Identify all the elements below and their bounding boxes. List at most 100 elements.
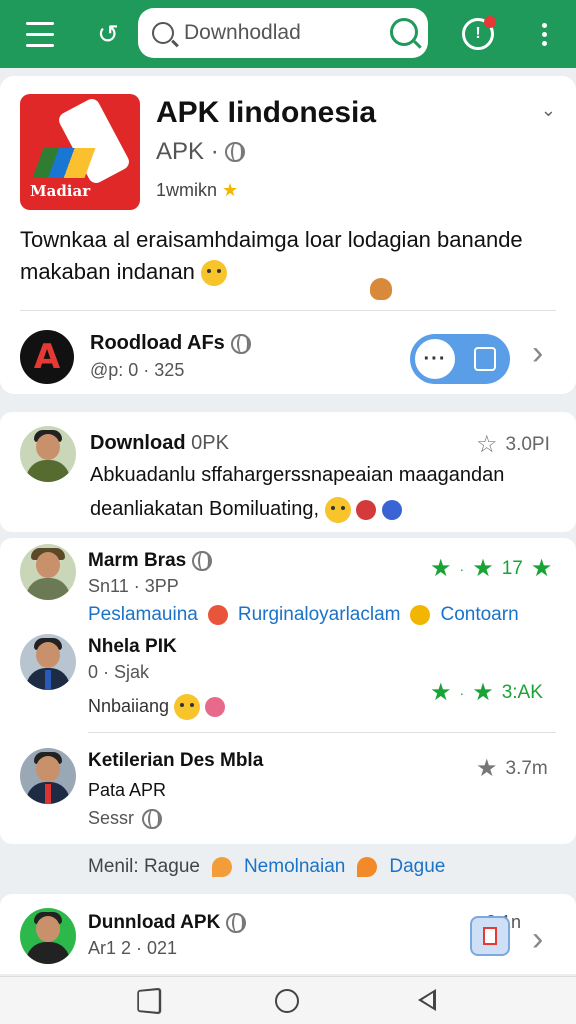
- star-icon: ★: [472, 679, 494, 706]
- star-icon: ★: [222, 180, 239, 200]
- globe-icon: [192, 551, 213, 571]
- globe-icon: [226, 913, 247, 933]
- post-title-suffix: 0PK: [191, 432, 229, 454]
- app-description: Townkaa al eraisamhdaimga loar lodagian …: [20, 224, 550, 288]
- top-app-bar: ↺ !: [0, 0, 576, 68]
- nav-recent-icon[interactable]: [418, 989, 436, 1011]
- star-icon: ★: [430, 555, 452, 582]
- emoji-icon: [174, 694, 201, 720]
- divider: [88, 732, 556, 733]
- divider: [20, 310, 556, 311]
- app-subtitle: APK ·: [156, 138, 245, 166]
- emoji-icon: [207, 605, 228, 625]
- emoji-icon: [381, 499, 402, 520]
- post-count: 3.0PI: [505, 433, 550, 455]
- notification-badge: [484, 16, 496, 28]
- list-item-rating: ★ · ★ 3:AK: [430, 678, 543, 707]
- app-rating-text: 1wmikn: [156, 180, 218, 200]
- back-icon[interactable]: ↺: [86, 12, 130, 56]
- apk-logo: A: [20, 330, 74, 384]
- list-item-name: Nhela PIK: [88, 636, 177, 657]
- list-item-rating-text: 3:AK: [501, 681, 543, 703]
- chevron-down-icon[interactable]: ⌄: [541, 100, 556, 121]
- tag-link[interactable]: Nemolnaian: [244, 856, 345, 878]
- app-title: APK Iindonesia: [156, 96, 377, 129]
- bottom-download-card[interactable]: Dunnload APK Ar1 2 · 021 3.1n ›: [0, 894, 576, 974]
- star-icon: ★: [530, 555, 553, 582]
- list-item-rating: ★ · ★ 17 ★: [430, 554, 552, 583]
- avatar[interactable]: [20, 748, 76, 804]
- app-icon[interactable]: Madiar: [20, 94, 140, 210]
- bottom-title-text: Dunnload APK: [88, 912, 221, 933]
- post-meta: ☆ 3.0PI: [476, 430, 550, 459]
- globe-icon: [224, 142, 245, 162]
- list-item-name: Marm Bras: [88, 550, 213, 572]
- tag-link[interactable]: Dague: [389, 856, 445, 878]
- globe-icon: [230, 333, 251, 354]
- star-icon: ★: [430, 679, 452, 706]
- list-item-name: Ketilerian Des Mbla: [88, 750, 264, 771]
- bottom-sub: Ar1 2 · 021: [88, 938, 178, 958]
- download-row-title: Roodload AFs: [90, 332, 251, 355]
- download-row-title-text: Roodload AFs: [90, 332, 225, 354]
- list-item-sub: 0 · Sjak: [88, 662, 150, 682]
- search-submit-icon[interactable]: [390, 18, 418, 46]
- avatar[interactable]: [20, 426, 76, 482]
- link[interactable]: Contoarn: [440, 604, 518, 626]
- star-icon[interactable]: ★: [476, 754, 498, 783]
- list-item-text-body: Nnbaiiang: [88, 695, 170, 716]
- list-item-links: Peslamauina Rurginaloyarlaclam Contoarn: [88, 604, 519, 626]
- search-input[interactable]: [184, 21, 374, 45]
- smile-emoji-icon: [201, 260, 228, 287]
- tags-row: Menil: Rague Nemolnaian Dague: [88, 856, 445, 878]
- more-dots-icon: ···: [413, 337, 457, 381]
- list-item-name-line2: Pata APR: [88, 780, 167, 800]
- emoji-icon: [324, 496, 351, 523]
- post-text: Abkuadanlu sffahargerssnapeaian maaganda…: [90, 458, 530, 526]
- bottom-title: Dunnload APK: [88, 912, 247, 934]
- avatar[interactable]: [20, 634, 76, 690]
- list-item-text: Nnbaiiang: [88, 694, 226, 720]
- app-subtitle-text: APK ·: [156, 138, 219, 165]
- link[interactable]: Rurginaloyarlaclam: [238, 604, 401, 626]
- post-title: Download 0PK: [90, 432, 229, 455]
- chevron-right-icon[interactable]: ›: [532, 920, 543, 959]
- app-small-icon[interactable]: [470, 916, 510, 956]
- menu-icon[interactable]: [18, 12, 62, 56]
- search-bar[interactable]: [138, 8, 428, 58]
- chevron-right-icon[interactable]: ›: [532, 334, 543, 373]
- list-item-sub-text: Sessr: [88, 808, 135, 828]
- star-outline-icon[interactable]: ☆: [476, 430, 498, 459]
- tags-label: Menil: Rague: [88, 856, 200, 877]
- app-icon-label: Madiar: [30, 182, 91, 200]
- avatar[interactable]: [20, 908, 76, 964]
- tag-icon: [357, 857, 378, 877]
- post-title-text: Download: [90, 432, 186, 454]
- star-icon: ★: [472, 555, 494, 582]
- notification-icon[interactable]: !: [456, 12, 500, 56]
- list-item-rating-text: 17: [501, 557, 523, 579]
- post-card[interactable]: Download 0PK ☆ 3.0PI Abkuadanlu sffaharg…: [0, 412, 576, 532]
- star-icon: ·: [459, 684, 465, 701]
- download-toggle[interactable]: ···: [410, 334, 510, 384]
- list-item-rating-text: 3.7m: [505, 757, 548, 779]
- nav-home-icon[interactable]: [275, 989, 299, 1013]
- list-item-sub: Sessr: [88, 808, 163, 829]
- post-text-body: Abkuadanlu sffahargerssnapeaian maaganda…: [90, 464, 505, 520]
- nav-back-icon[interactable]: [137, 987, 162, 1015]
- app-rating: 1wmikn ★: [156, 180, 238, 201]
- emoji-icon: [356, 499, 377, 520]
- link[interactable]: Peslamauina: [88, 604, 198, 626]
- search-icon: [152, 22, 174, 44]
- list-item-sub: Sn11 · 3PP: [88, 576, 179, 596]
- list-card: Marm Bras Sn11 · 3PP ★ · ★ 17 ★ Peslamau…: [0, 538, 576, 844]
- globe-icon: [142, 808, 163, 829]
- emoji-icon: [410, 605, 431, 625]
- emoji-icon: [205, 697, 226, 717]
- avatar[interactable]: [20, 544, 76, 600]
- tag-icon: [211, 857, 232, 877]
- clap-emoji-icon[interactable]: [366, 272, 396, 302]
- download-row-meta: @p: 0 · 325: [90, 360, 185, 380]
- download-icon: [474, 347, 496, 371]
- more-options-icon[interactable]: [522, 12, 566, 56]
